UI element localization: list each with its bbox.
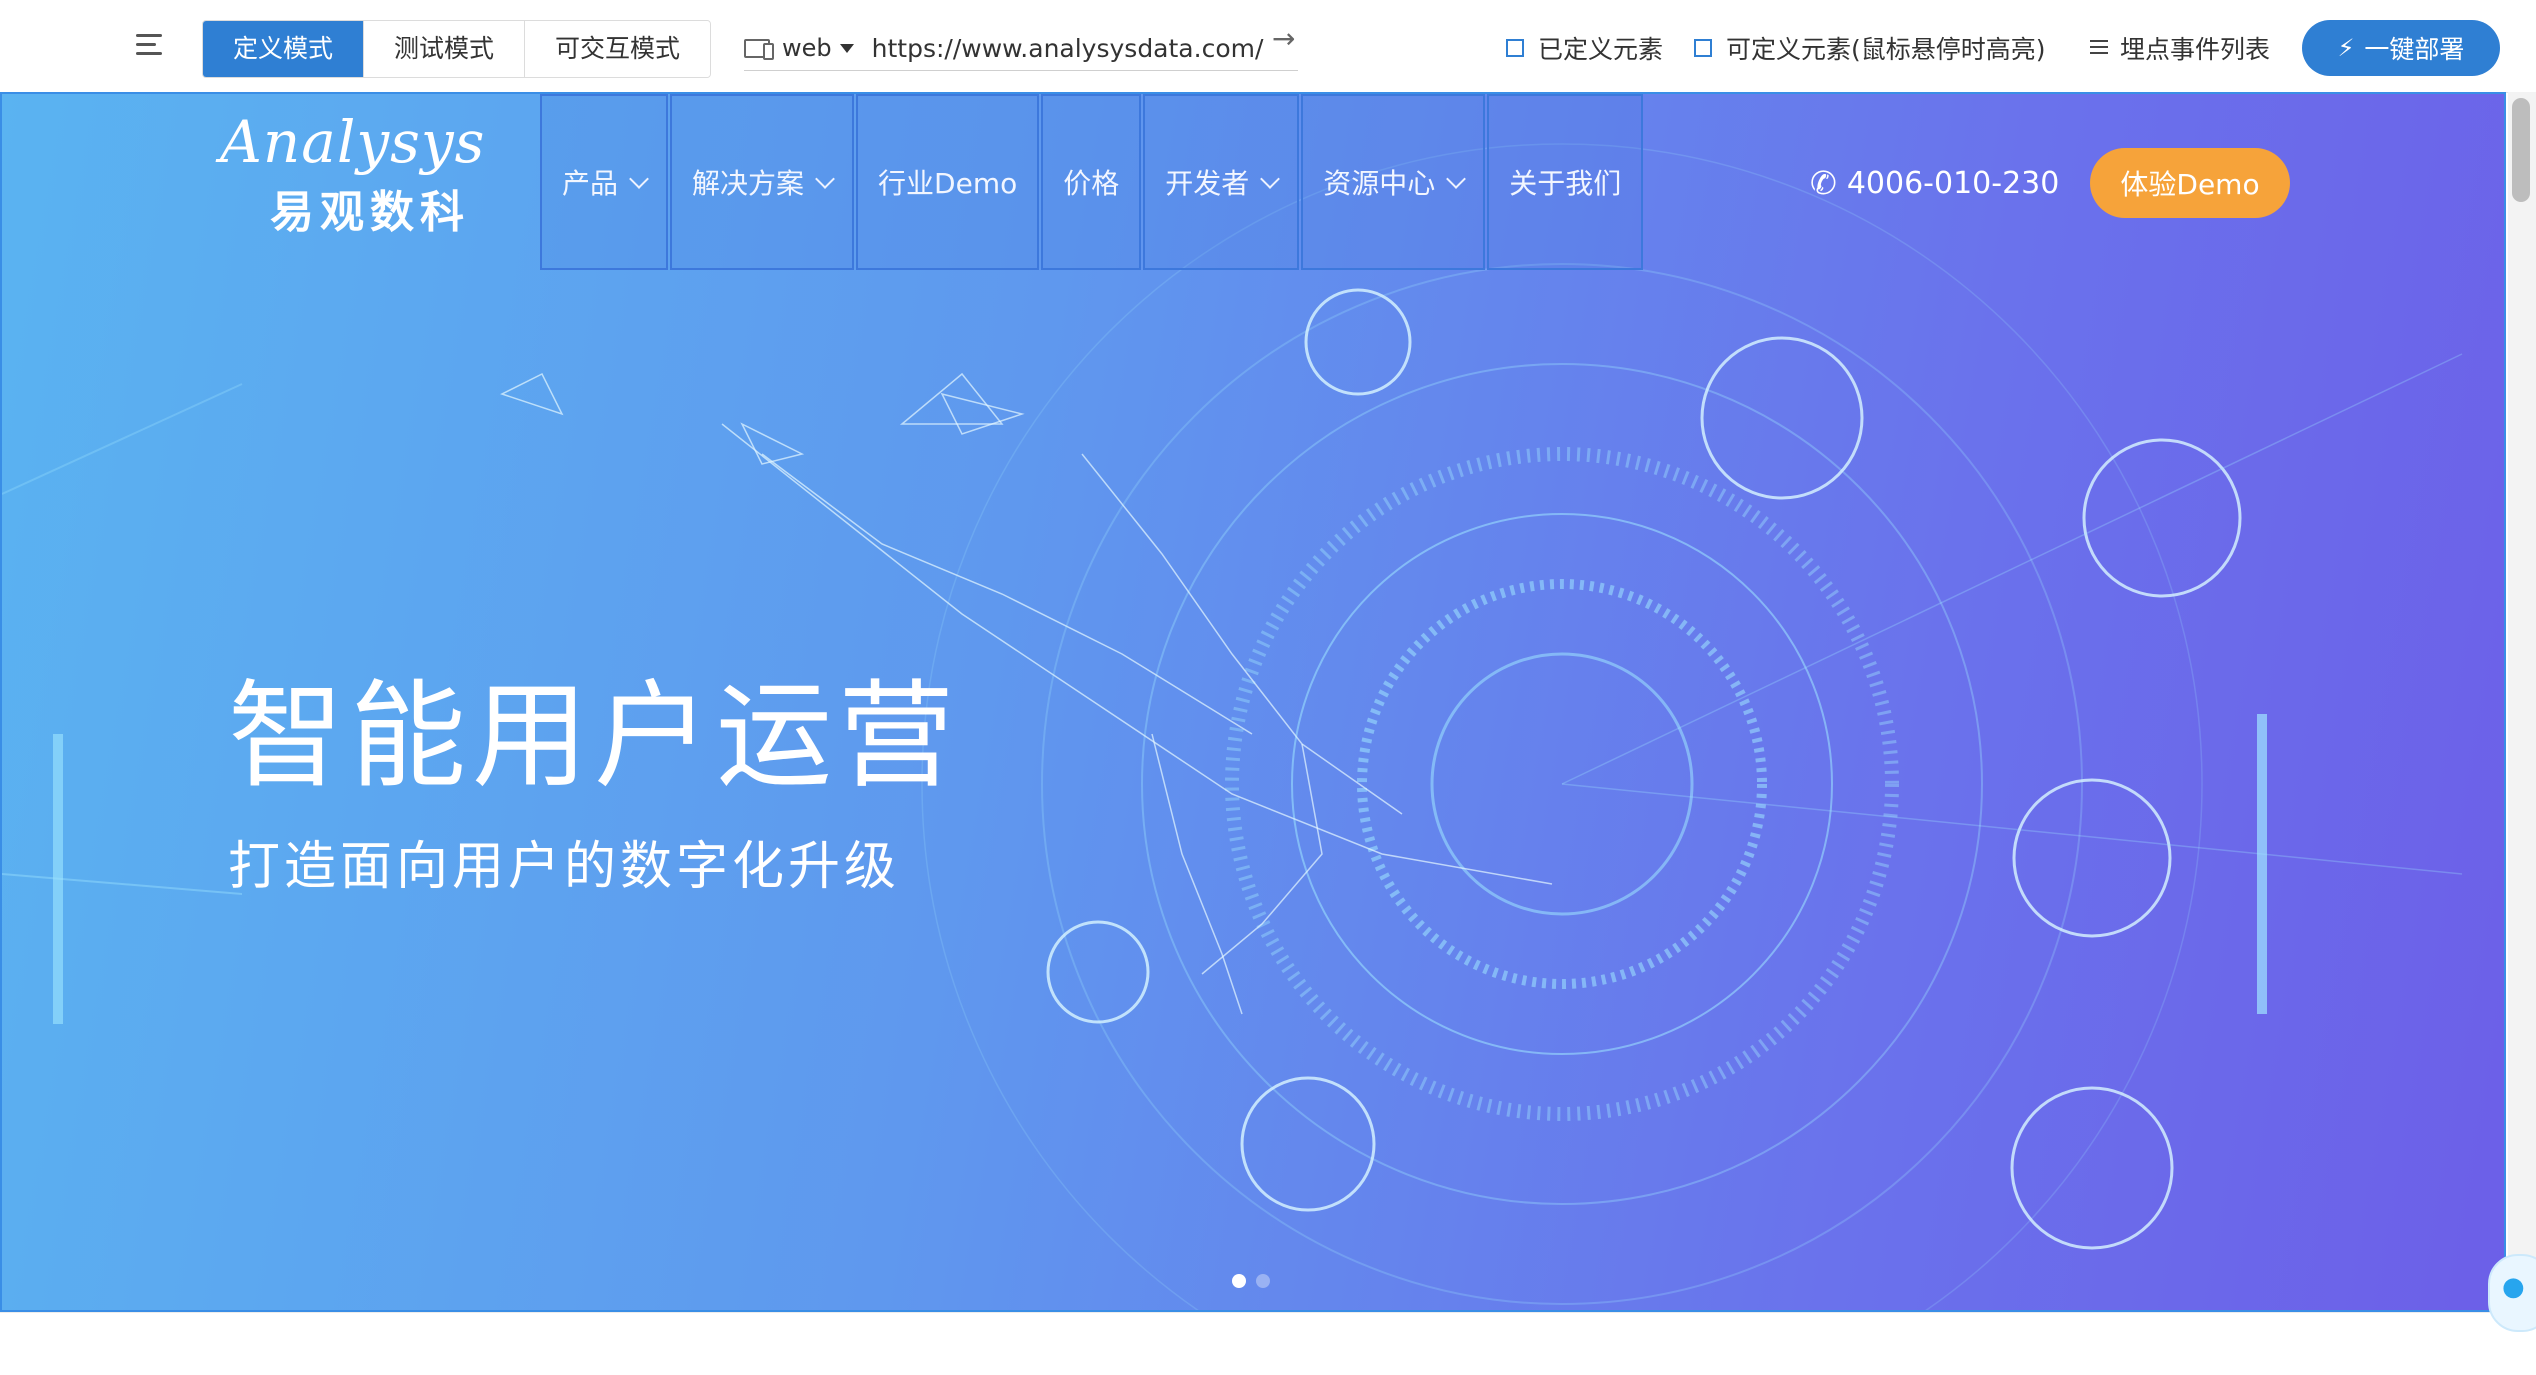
url-bar: web https://www.analysysdata.com/	[744, 26, 1298, 71]
chevron-down-icon	[1446, 169, 1467, 189]
nav-label: 产品	[562, 167, 619, 200]
phone-number: 4006-010-230	[1846, 165, 2060, 201]
carousel-dot[interactable]	[1256, 1274, 1270, 1288]
square-icon	[1506, 39, 1524, 57]
chevron-down-icon	[629, 169, 649, 189]
mode-test-button[interactable]: 测试模式	[364, 21, 526, 77]
site-nav: 产品 解决方案 行业Demo 价格 开发者 资源中心 关于我们	[540, 94, 1645, 270]
event-list-button[interactable]: 埋点事件列表	[2090, 30, 2270, 66]
nav-item-industry-demo[interactable]: 行业Demo	[856, 94, 1040, 270]
nav-item-solutions[interactable]: 解决方案	[670, 94, 855, 270]
phone-contact[interactable]: ✆ 4006-010-230	[1810, 164, 2059, 202]
legend-defined: 已定义元素	[1506, 30, 1663, 66]
menu-icon[interactable]	[132, 30, 170, 60]
scrollbar-track[interactable]	[2508, 92, 2536, 1312]
event-list-label: 埋点事件列表	[2120, 35, 2271, 64]
caret-down-icon[interactable]	[839, 43, 854, 53]
site-logo[interactable]: Analysys 易观数科	[220, 108, 490, 238]
legend-definable: 可定义元素(鼠标悬停时高亮)	[1694, 30, 2046, 66]
nav-label: 资源中心	[1323, 167, 1436, 200]
page-below-fold	[0, 1312, 2536, 1375]
nav-label: 价格	[1063, 167, 1120, 200]
nav-item-resources[interactable]: 资源中心	[1301, 94, 1486, 270]
logo-chinese: 易观数科	[270, 187, 470, 238]
deploy-button[interactable]: ⚡ 一键部署	[2302, 20, 2500, 76]
nav-label: 解决方案	[692, 167, 805, 200]
hero-subheadline: 打造面向用户的数字化升级	[228, 837, 901, 897]
platform-select[interactable]: web	[782, 34, 832, 62]
chevron-down-icon	[815, 169, 835, 189]
legend-defined-label: 已定义元素	[1538, 35, 1664, 64]
logo-english: Analysys	[220, 108, 486, 176]
nav-label: 开发者	[1165, 167, 1250, 200]
arrow-right-icon[interactable]: →	[1272, 22, 1295, 55]
chevron-down-icon	[1260, 169, 1281, 189]
nav-item-about[interactable]: 关于我们	[1487, 94, 1644, 270]
device-icon	[744, 37, 774, 60]
list-icon	[2090, 40, 2108, 56]
mode-interactive-button[interactable]: 可交互模式	[525, 21, 711, 77]
url-input[interactable]: https://www.analysysdata.com/	[872, 34, 1264, 63]
hero-headline: 智能用户运营	[228, 669, 960, 804]
nav-label: 关于我们	[1509, 167, 1622, 200]
nav-item-developers[interactable]: 开发者	[1143, 94, 1300, 270]
mode-switch: 定义模式 测试模式 可交互模式	[202, 20, 712, 78]
try-demo-button[interactable]: 体验Demo	[2090, 148, 2290, 218]
website-preview: Analysys 易观数科 产品 解决方案 行业Demo 价格 开发者 资源中心…	[0, 92, 2506, 1312]
scrollbar-thumb[interactable]	[2512, 98, 2530, 202]
carousel-dot[interactable]	[1232, 1274, 1246, 1288]
mode-define-button[interactable]: 定义模式	[203, 21, 365, 77]
chat-icon[interactable]: ●	[2488, 1254, 2536, 1332]
carousel-dots	[1232, 1274, 1280, 1288]
toolbar: 定义模式 测试模式 可交互模式 web https://www.analysys…	[0, 0, 2536, 93]
nav-item-products[interactable]: 产品	[540, 94, 669, 270]
square-icon	[1694, 39, 1712, 57]
bolt-icon: ⚡	[2337, 34, 2355, 62]
legend-definable-label: 可定义元素(鼠标悬停时高亮)	[1726, 35, 2046, 64]
nav-item-pricing[interactable]: 价格	[1041, 94, 1142, 270]
phone-icon: ✆	[1810, 164, 1837, 202]
deploy-label: 一键部署	[2364, 35, 2465, 64]
nav-label: 行业Demo	[878, 167, 1018, 200]
